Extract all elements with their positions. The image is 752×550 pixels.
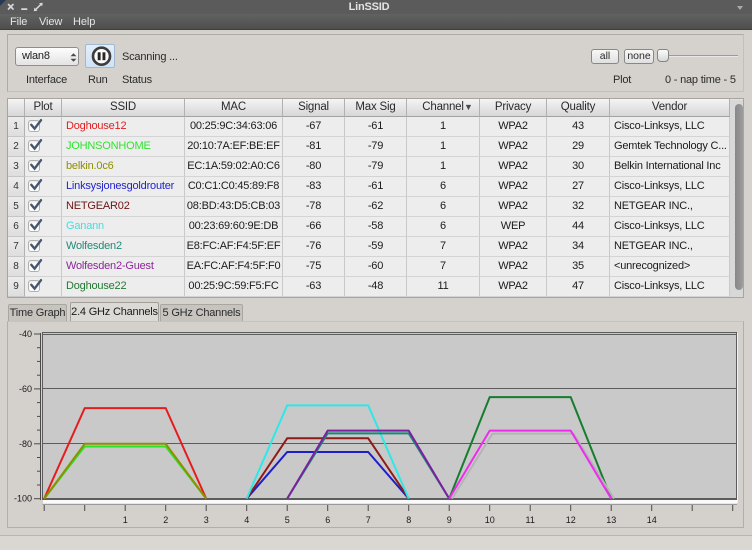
svg-text:-40: -40 xyxy=(19,329,32,339)
svg-text:-60: -60 xyxy=(19,384,32,394)
svg-text:3: 3 xyxy=(204,515,209,525)
svg-text:5: 5 xyxy=(285,515,290,525)
svg-text:14: 14 xyxy=(647,515,657,525)
svg-text:-100: -100 xyxy=(14,494,32,504)
svg-text:12: 12 xyxy=(566,515,576,525)
svg-text:9: 9 xyxy=(447,515,452,525)
svg-text:4: 4 xyxy=(244,515,249,525)
svg-text:10: 10 xyxy=(485,515,495,525)
svg-text:11: 11 xyxy=(526,515,535,525)
svg-text:-80: -80 xyxy=(19,439,32,449)
svg-text:13: 13 xyxy=(606,515,616,525)
svg-text:7: 7 xyxy=(366,515,371,525)
svg-text:8: 8 xyxy=(406,515,411,525)
svg-text:6: 6 xyxy=(325,515,330,525)
svg-text:2: 2 xyxy=(163,515,168,525)
svg-text:1: 1 xyxy=(123,515,128,525)
